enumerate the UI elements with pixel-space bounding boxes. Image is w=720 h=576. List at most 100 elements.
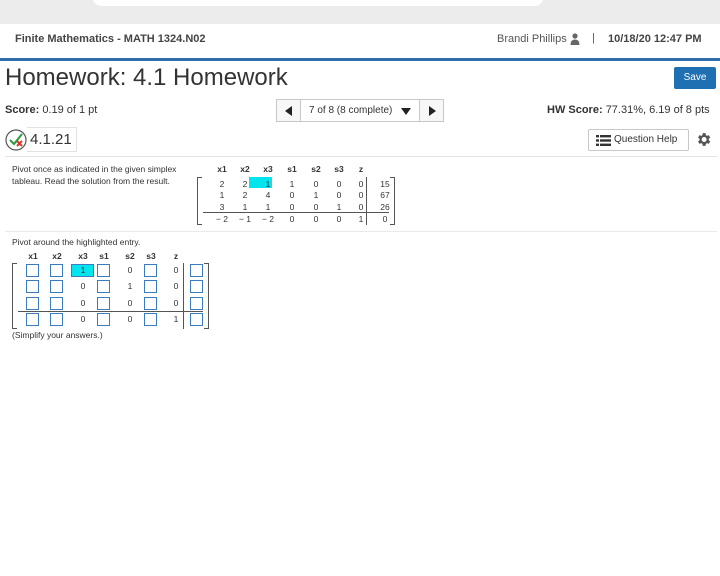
tableau-cell: 1 [358, 214, 364, 224]
question-select[interactable]: 7 of 8 (8 complete) [301, 99, 419, 122]
tableau-objective-line [203, 212, 389, 213]
tableau-cell: 26 [380, 202, 390, 212]
answer-input[interactable] [50, 280, 63, 293]
answer-input[interactable] [97, 280, 110, 293]
simplify-note: (Simplify your answers.) [12, 330, 103, 340]
answer-input[interactable] [190, 264, 203, 277]
tableau-cell: − 2 [215, 214, 229, 224]
answer-input[interactable] [50, 313, 63, 326]
score-label: Score: [5, 104, 40, 116]
tableau-cell: 0 [289, 190, 295, 200]
tableau-left-bracket [197, 177, 202, 225]
tableau-header-z: z [358, 164, 364, 174]
answer-input[interactable] [144, 297, 157, 310]
answer-value: 1 [80, 265, 86, 275]
hw-score: HW Score: 77.31%, 6.19 of 8 pts [547, 104, 710, 116]
score-value: 0.19 of 1 pt [42, 104, 98, 116]
answer-value: 0 [173, 298, 179, 308]
page-title: Homework: 4.1 Homework [5, 64, 288, 91]
tableau-cell: 1 [265, 179, 271, 189]
tableau-cell: 0 [313, 179, 319, 189]
save-button[interactable]: Save [674, 67, 716, 89]
answer-input[interactable] [50, 264, 63, 277]
chevron-left-icon [285, 106, 292, 116]
address-bar[interactable] [92, 0, 544, 6]
question-select-label: 7 of 8 (8 complete) [309, 105, 393, 116]
answer-header-s3: s3 [146, 251, 156, 261]
answer-input[interactable] [144, 264, 157, 277]
tableau-header-x2: x2 [240, 164, 250, 174]
list-icon [596, 135, 611, 146]
answer-right-bracket [204, 263, 209, 329]
tableau-cell: 1 [289, 179, 295, 189]
answer-input[interactable] [26, 264, 39, 277]
tableau-cell: 1 [242, 202, 248, 212]
tableau-header-s3: s3 [334, 164, 344, 174]
answer-value: 0 [173, 281, 179, 291]
tableau-cell: − 1 [238, 214, 252, 224]
answer-value: 0 [127, 298, 133, 308]
tableau-header-x3: x3 [263, 164, 273, 174]
next-question-button[interactable] [419, 99, 444, 122]
tableau-cell: 1 [265, 202, 271, 212]
answer-header-x1: x1 [28, 251, 38, 261]
answer-input[interactable] [26, 280, 39, 293]
answer-value: 1 [127, 281, 133, 291]
user-name[interactable]: Brandi Phillips [497, 33, 567, 45]
course-title: Finite Mathematics - MATH 1324.N02 [15, 33, 206, 45]
answer-value: 0 [127, 314, 133, 324]
answer-header-z: z [173, 251, 179, 261]
tableau-cell: 0 [289, 202, 295, 212]
chevron-right-icon [429, 106, 436, 116]
previous-question-button[interactable] [276, 99, 301, 122]
header-separator: | [592, 32, 595, 44]
browser-top-strip [0, 0, 720, 24]
tableau-cell: 0 [336, 214, 342, 224]
partial-credit-icon [5, 129, 27, 151]
tableau-cell: 0 [289, 214, 295, 224]
tableau-cell: 67 [380, 190, 390, 200]
answer-input[interactable] [26, 297, 39, 310]
answer-header-x3: x3 [78, 251, 88, 261]
tableau-cell: 0 [358, 179, 364, 189]
answer-input[interactable] [190, 313, 203, 326]
tableau-cell: 2 [219, 179, 225, 189]
question-pager: 7 of 8 (8 complete) [276, 99, 444, 122]
header-datetime: 10/18/20 12:47 PM [608, 33, 702, 45]
question-number: 4.1.21 [30, 131, 72, 148]
tableau-header-s2: s2 [311, 164, 321, 174]
tableau-cell: 1 [219, 190, 225, 200]
tableau-header-x1: x1 [217, 164, 227, 174]
answer-input[interactable] [144, 313, 157, 326]
answer-input[interactable] [144, 280, 157, 293]
user-icon [570, 33, 580, 45]
tableau-cell: 0 [358, 202, 364, 212]
answer-value: 0 [80, 281, 86, 291]
answer-value: 0 [173, 265, 179, 275]
tableau-cell: 0 [336, 179, 342, 189]
answer-input[interactable] [97, 264, 110, 277]
answer-input[interactable] [190, 297, 203, 310]
chevron-down-icon [401, 108, 411, 115]
tableau-cell: 0 [336, 190, 342, 200]
answer-value: 0 [80, 298, 86, 308]
tableau-cell: 0 [313, 214, 319, 224]
answer-input[interactable] [26, 313, 39, 326]
score: Score: 0.19 of 1 pt [5, 104, 97, 116]
header-rule [0, 58, 720, 61]
answer-input[interactable] [190, 280, 203, 293]
answer-input[interactable] [97, 313, 110, 326]
tableau-cell: 1 [313, 190, 319, 200]
answer-input[interactable] [97, 297, 110, 310]
tableau-cell: − 2 [261, 214, 275, 224]
tableau-cell: 2 [242, 190, 248, 200]
gear-icon[interactable] [695, 131, 712, 148]
question-divider [5, 156, 717, 157]
answer-value: 1 [173, 314, 179, 324]
answer-input[interactable] [50, 297, 63, 310]
tableau-cell: 1 [336, 202, 342, 212]
tableau-cell: 0 [313, 202, 319, 212]
answer-objective-line [18, 311, 203, 312]
answer-header-x2: x2 [52, 251, 62, 261]
tableau-cell: 2 [242, 179, 248, 189]
